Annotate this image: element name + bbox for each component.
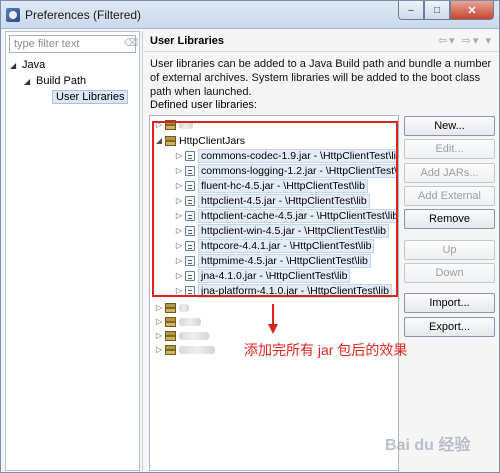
library-row-obscured[interactable]: ▷ [154, 329, 209, 343]
library-row-obscured[interactable]: ▷ [154, 301, 189, 315]
tree-item-user-libraries[interactable]: User Libraries [52, 89, 129, 105]
add-jars-button[interactable]: Add JARs... [404, 163, 495, 183]
back-icon[interactable]: ⇦▾ [438, 35, 457, 47]
obscured-label [179, 318, 201, 326]
maximize-button[interactable]: □ [424, 1, 450, 20]
library-row-obscured[interactable]: ▷ [154, 315, 201, 329]
preferences-nav-pane: type filter text ⌫ ◢ Java ◢ Build Path Use… [5, 31, 140, 471]
library-icon [165, 345, 176, 355]
library-row-obscured[interactable]: ▷ [154, 343, 215, 357]
clear-filter-icon[interactable]: ⌫ [124, 38, 138, 49]
export-button[interactable]: Export... [404, 317, 495, 337]
forward-icon[interactable]: ⇨▾ [462, 35, 481, 47]
obscured-label [179, 346, 215, 354]
annotation-text: 添加完所有 jar 包后的效果 [244, 342, 408, 358]
add-external-jars-button[interactable]: Add External JARs... [404, 186, 495, 220]
expand-arrow-icon[interactable]: ▷ [154, 315, 164, 329]
page-description: User libraries can be added to a Java Bu… [150, 58, 492, 98]
import-button[interactable]: Import... [404, 293, 495, 313]
remove-button[interactable]: Remove [404, 209, 495, 229]
tree-item-build-path[interactable]: ◢ Build Path [24, 73, 86, 89]
obscured-label [179, 332, 209, 340]
page-nav: ⇦▾ ⇨▾ ▾ [438, 34, 493, 47]
expand-arrow-icon[interactable]: ▷ [154, 301, 164, 315]
pane-divider[interactable] [142, 31, 143, 471]
collapse-arrow-icon[interactable]: ◢ [10, 58, 22, 74]
window-title: Preferences (Filtered) [25, 8, 142, 22]
obscured-label [179, 304, 189, 312]
baidu-watermark: Bai du 经验 [385, 437, 471, 454]
edit-button[interactable]: Edit... [404, 139, 495, 159]
window-controls: – □ ✕ [398, 1, 494, 20]
down-button[interactable]: Down [404, 263, 495, 283]
up-button[interactable]: Up [404, 240, 495, 260]
preferences-window: Preferences (Filtered) – □ ✕ type filter… [0, 0, 500, 473]
tree-item-java[interactable]: ◢ Java [10, 57, 45, 73]
filter-input[interactable]: type filter text [9, 35, 136, 53]
title-separator [144, 51, 499, 52]
menu-icon[interactable]: ▾ [485, 35, 493, 47]
library-icon [165, 331, 176, 341]
expand-arrow-icon[interactable]: ▷ [154, 329, 164, 343]
annotation-arrow-icon [268, 304, 278, 334]
close-button[interactable]: ✕ [450, 1, 494, 20]
page-title: User Libraries [150, 35, 224, 47]
title-bar[interactable]: Preferences (Filtered) – □ ✕ [1, 1, 499, 29]
library-icon [165, 317, 176, 327]
collapse-arrow-icon[interactable]: ◢ [24, 74, 36, 90]
minimize-button[interactable]: – [398, 1, 424, 20]
defined-libraries-label: Defined user libraries: [150, 99, 257, 111]
library-icon [165, 303, 176, 313]
annotation-highlight-box [152, 121, 398, 297]
eclipse-icon [6, 8, 20, 22]
new-button[interactable]: New... [404, 116, 495, 136]
expand-arrow-icon[interactable]: ▷ [154, 343, 164, 357]
